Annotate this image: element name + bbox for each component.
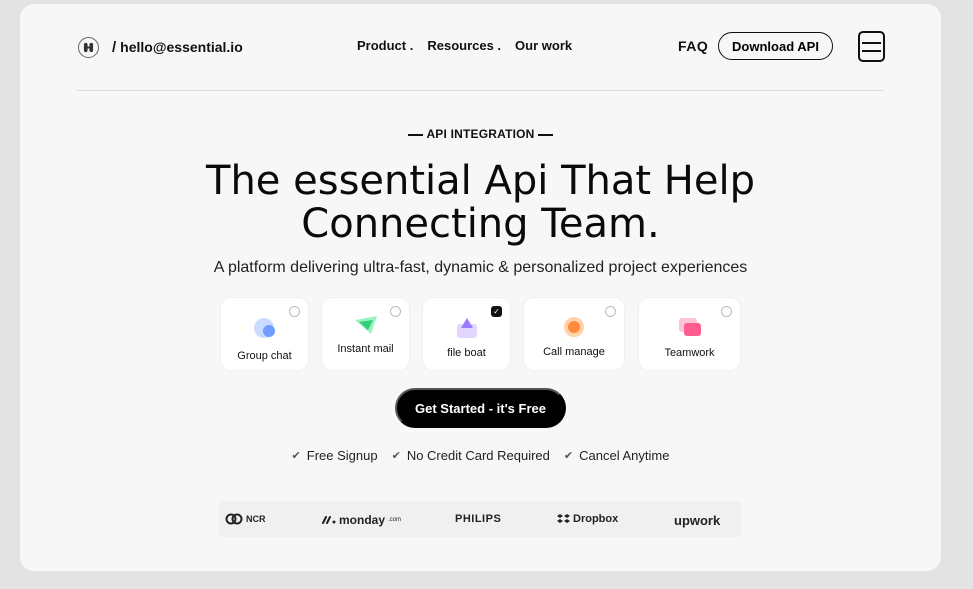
upwork-logo-icon: upwork [674,513,720,528]
contact-email[interactable]: / hello@essential.io [112,39,243,56]
email-text: hello@essential.io [120,39,243,55]
file-boat-icon [456,318,477,338]
dropbox-logo-icon: Dropbox [557,513,618,525]
check-icon: ✔ [391,450,401,462]
hero-title-line2: Connecting Team. [301,201,660,247]
feature-checkbox[interactable] [289,306,300,317]
brand-name: PHILIPS [455,513,502,525]
feature-card-file-boat[interactable]: file boat [423,298,510,370]
feature-label: Group chat [237,350,292,362]
nav-item-our-work[interactable]: Our work [515,38,572,53]
eyebrow-text: API INTEGRATION [426,127,535,141]
feature-label: Call manage [543,346,605,358]
brand-suffix: .com [388,517,402,523]
header-divider [77,90,884,91]
perk-item: ✔ Free Signup [292,448,378,463]
faq-link[interactable]: FAQ [678,38,708,54]
feature-checkbox-checked[interactable] [491,306,502,317]
landing-card: / hello@essential.io Product . Resources … [20,4,941,571]
get-started-button[interactable]: Get Started - it's Free [395,388,566,428]
ncr-logo-icon: NCR [225,513,266,525]
brand-name: monday [339,513,386,527]
eyebrow-label: API INTEGRATION [20,127,941,141]
feature-checkbox[interactable] [605,306,616,317]
email-prefix: / [112,39,117,56]
main-nav: Product . Resources . Our work [357,38,572,53]
perk-label: Free Signup [306,448,378,463]
feature-checkbox[interactable] [390,306,401,317]
download-api-button[interactable]: Download API [718,32,833,60]
hero-title: The essential Api That Help Connecting T… [20,160,941,246]
hamburger-icon[interactable] [858,31,885,62]
brand-name: Dropbox [573,513,619,525]
check-icon: ✔ [291,450,301,462]
nav-item-product[interactable]: Product . [357,38,413,53]
feature-card-instant-mail[interactable]: Instant mail [322,298,409,370]
perk-item: ✔ Cancel Anytime [564,448,670,463]
feature-card-call-manage[interactable]: Call manage [524,298,624,370]
group-chat-icon [253,318,275,338]
nav-item-resources[interactable]: Resources . [427,38,501,53]
feature-label: Teamwork [664,347,715,359]
feature-card-group-chat[interactable]: Group chat [221,298,308,370]
client-logos: NCR monday .com PHILIPS Dropbox upwork [219,501,742,537]
philips-logo-icon: PHILIPS [455,513,501,525]
feature-checkbox[interactable] [721,306,732,317]
perk-label: Cancel Anytime [579,448,670,463]
hero-title-line1: The essential Api That Help [206,158,755,204]
check-icon: ✔ [563,450,574,462]
call-manage-icon [564,317,584,337]
teamwork-icon [678,318,701,336]
perk-item: ✔ No Credit Card Required [392,448,550,463]
perk-label: No Credit Card Required [406,448,550,463]
feature-card-teamwork[interactable]: Teamwork [639,298,740,370]
brand-name: NCR [246,514,266,524]
brand-name: upwork [674,513,721,528]
perks-list: ✔ Free Signup ✔ No Credit Card Required ✔ C… [20,448,941,463]
brand-logo-icon[interactable] [78,37,99,58]
feature-label: file boat [447,347,486,359]
monday-logo-icon: monday .com [322,513,401,527]
hero-subtitle: A platform delivering ultra-fast, dynami… [213,259,748,276]
instant-mail-icon [354,316,377,334]
feature-label: Instant mail [337,343,394,355]
